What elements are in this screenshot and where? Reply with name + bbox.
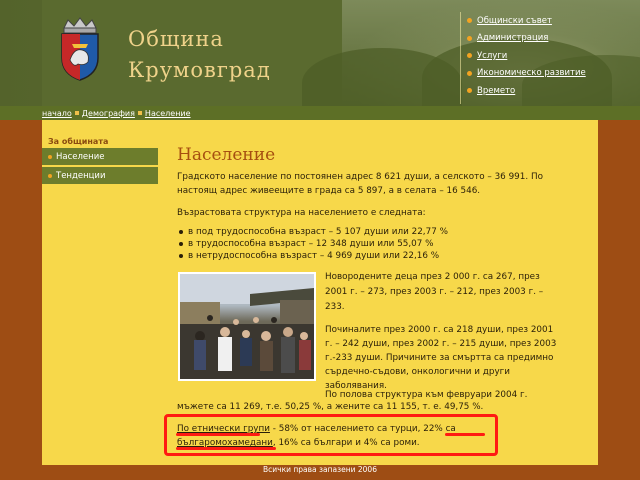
sidebar-item-label: Население (56, 151, 105, 162)
bullet-icon (467, 18, 472, 24)
bullet-icon (467, 35, 472, 41)
nav-item-label: Общински съвет (477, 15, 552, 26)
bullet-icon (467, 53, 472, 59)
births-line-2: 2001 г. – 273, през 2003 г. – 212, през … (325, 287, 544, 297)
births-line-3: 233. (325, 302, 345, 312)
footer-copyright: Всички права запазени 2006 (263, 465, 377, 474)
sidebar-item-population[interactable]: Население (42, 148, 158, 165)
town-name-title: Община Крумовград (128, 24, 271, 86)
town-title-line2: Крумовград (128, 58, 271, 82)
nav-item-economy[interactable]: Икономическо развитие (461, 65, 600, 83)
breadcrumb-bar: начало Демография Население (0, 106, 640, 120)
sidebar-title: За общината (48, 137, 109, 146)
top-navigation: Общински съвет Администрация Услуги Икон… (460, 12, 600, 104)
sidebar-item-label: Тенденции (56, 170, 106, 181)
sidebar: За общината Население Тенденции (42, 120, 158, 465)
breadcrumb-separator-icon (74, 111, 79, 115)
age-structure-heading: Възрастовата структура на населението е … (177, 208, 426, 218)
nav-item-council[interactable]: Общински съвет (461, 12, 600, 30)
bullet-icon (48, 154, 52, 159)
nav-item-administration[interactable]: Администрация (461, 30, 600, 48)
intro-line-2: настоящ адрес живеещите в града са 5 897… (177, 186, 481, 196)
coat-of-arms-icon (61, 17, 99, 81)
breadcrumb: начало Демография Население (42, 106, 191, 120)
market-crowd-photo (178, 272, 316, 381)
nav-item-label: Услуги (477, 50, 508, 61)
red-underline-ethnic-groups (176, 433, 260, 436)
bullet-icon (467, 70, 472, 76)
nav-item-weather[interactable]: Времето (461, 82, 600, 100)
footer: Всички права запазени 2006 (0, 465, 640, 480)
deaths-line-4: сърдечно-съдови, онкологични и други (325, 367, 511, 377)
breadcrumb-home-link[interactable]: начало (42, 109, 72, 118)
breadcrumb-demography-link[interactable]: Демография (82, 109, 135, 118)
intro-line-1: Градското население по постоянен адрес 8… (177, 172, 543, 182)
breadcrumb-separator-icon (137, 111, 142, 115)
town-title-line1: Община (128, 27, 224, 51)
nav-item-label: Времето (477, 85, 516, 96)
age-item-retired: в нетрудоспособна възраст – 4 969 души и… (178, 251, 440, 261)
bullet-icon (48, 173, 52, 178)
bullet-icon (467, 88, 472, 94)
red-underline-bulgarian-muslims (176, 447, 276, 450)
deaths-line-3: г.-233 души. Причините за смъртта са пре… (325, 353, 554, 363)
red-underline-22-percent (445, 433, 485, 436)
deaths-line-2: г. – 242 души, през 2002 г. – 215 души, … (325, 339, 557, 349)
sidebar-item-trends[interactable]: Тенденции (42, 167, 158, 184)
gender-line-2: мъжете са 11 269, т.е. 50,25 %, а жените… (177, 402, 484, 412)
page-title: Население (177, 145, 276, 165)
site-header: Община Крумовград Общински съвет Админис… (0, 0, 640, 118)
births-line-1: Новородените деца през 2 000 г. са 267, … (325, 272, 540, 282)
nav-item-label: Администрация (477, 33, 549, 44)
nav-item-label: Икономическо развитие (477, 68, 586, 79)
age-item-working: в трудоспособна възраст – 12 348 души ил… (179, 239, 434, 249)
breadcrumb-population-link[interactable]: Население (145, 109, 191, 118)
nav-item-services[interactable]: Услуги (461, 47, 600, 65)
deaths-line-1: Починалите през 2000 г. са 218 души, пре… (325, 325, 554, 335)
age-item-under: в под трудоспособна възраст – 5 107 души… (179, 227, 448, 237)
